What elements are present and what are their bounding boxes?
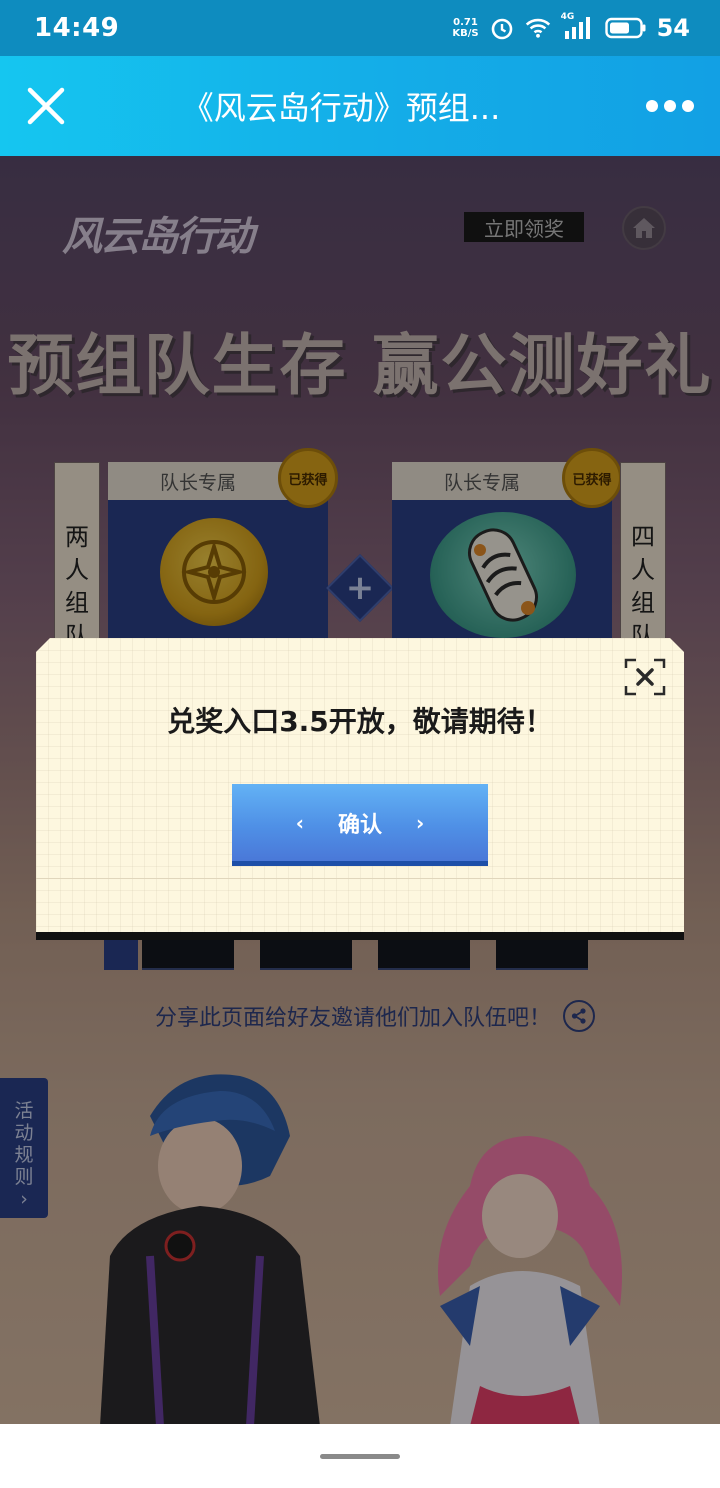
label-char: 组 xyxy=(631,589,655,617)
more-dot-icon xyxy=(664,100,676,112)
label-char: 两 xyxy=(65,523,89,551)
dialog-close-button[interactable] xyxy=(624,658,666,696)
label-char: 人 xyxy=(631,556,655,584)
status-time: 14:49 xyxy=(34,13,120,43)
label-char: 四 xyxy=(631,523,655,551)
notice-dialog: 兑奖入口3.5开放，敬请期待！ ‹ 确认 › xyxy=(36,638,684,940)
label-char: 组 xyxy=(65,589,89,617)
close-icon xyxy=(27,87,65,125)
dialog-bottom-border xyxy=(36,932,684,940)
chevron-right-icon: › xyxy=(416,810,425,835)
home-icon xyxy=(633,218,655,238)
two-person-team-label: 两 人 组 队 xyxy=(54,462,100,650)
page-title: 《风云岛行动》预组... xyxy=(181,89,501,127)
coin-icon xyxy=(160,518,268,626)
close-icon xyxy=(624,658,666,696)
signal-icon: 4G xyxy=(560,12,595,41)
label-char: 人 xyxy=(65,556,89,584)
plus-icon: + xyxy=(326,554,394,622)
share-prompt[interactable]: 分享此页面给好友邀请他们加入队伍吧！ xyxy=(0,1000,720,1032)
home-button[interactable] xyxy=(622,206,666,250)
webview-title-bar: 《风云岛行动》预组... xyxy=(0,56,720,156)
character-artwork xyxy=(100,1074,622,1424)
chevron-left-icon: ‹ xyxy=(295,810,304,835)
status-icons: 0.71 KB/S 4G 54 xyxy=(452,12,690,42)
more-dot-icon xyxy=(646,100,658,112)
battery-level: 54 xyxy=(656,14,690,42)
network-speed: 0.71 KB/S xyxy=(452,17,478,39)
more-dot-icon xyxy=(682,100,694,112)
share-text: 分享此页面给好友邀请他们加入队伍吧！ xyxy=(154,1006,551,1031)
more-options-button[interactable] xyxy=(620,56,720,156)
close-button[interactable] xyxy=(0,56,92,156)
confirm-label: 确认 xyxy=(337,812,382,838)
claim-reward-button[interactable]: 立即领奖 xyxy=(464,212,584,242)
status-bar: 14:49 0.71 KB/S 4G 54 xyxy=(0,0,720,56)
four-person-team-label: 四 人 组 队 xyxy=(620,462,666,650)
network-type: 4G xyxy=(560,12,575,22)
obtained-badge: 已获得 xyxy=(278,448,338,508)
alarm-icon xyxy=(489,15,515,41)
dialog-message: 兑奖入口3.5开放，敬请期待！ xyxy=(167,705,553,738)
share-icon[interactable] xyxy=(563,1000,595,1032)
main-headline: 预组队生存 赢公测好礼 xyxy=(7,327,713,404)
wifi-icon xyxy=(525,15,551,41)
confirm-button[interactable]: ‹ 确认 › xyxy=(232,784,488,866)
game-logo: 风云岛行动 xyxy=(62,213,254,260)
battery-icon xyxy=(604,15,647,41)
home-gesture-handle[interactable] xyxy=(320,1453,400,1459)
network-speed-value: 0.71 xyxy=(453,17,478,28)
reward-card-coin: 队长专属 已获得 xyxy=(108,448,338,640)
skateboard-icon xyxy=(430,512,576,638)
reward-card-skateboard: 队长专属 已获得 xyxy=(392,448,622,640)
network-speed-unit: KB/S xyxy=(452,28,479,39)
gesture-nav-bar xyxy=(0,1424,720,1488)
obtained-badge: 已获得 xyxy=(562,448,622,508)
dialog-divider xyxy=(36,878,684,879)
